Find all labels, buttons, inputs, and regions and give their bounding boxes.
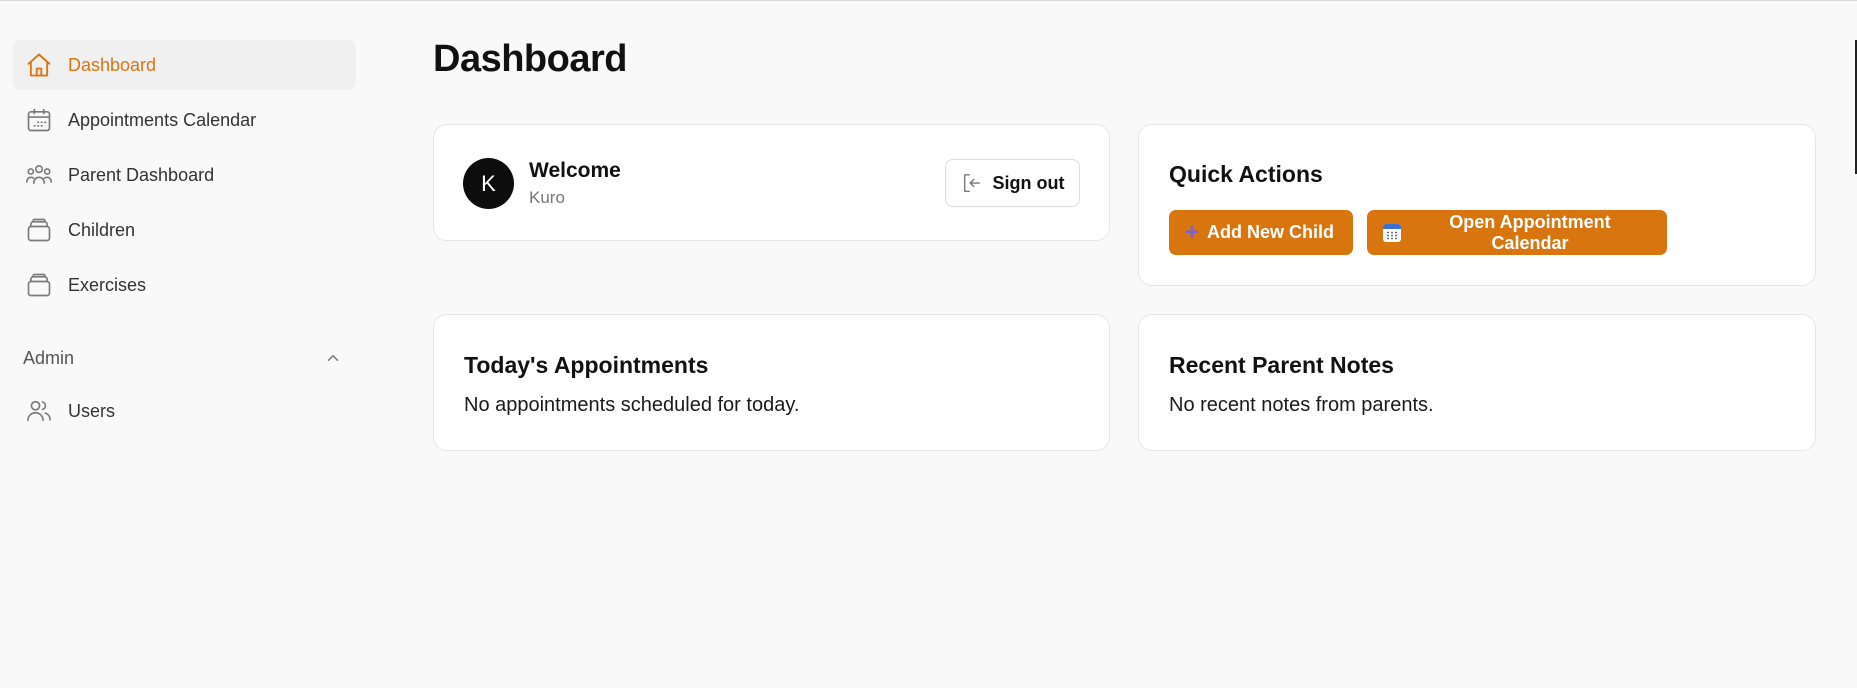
- home-icon: [24, 50, 54, 80]
- todays-appointments-title: Today's Appointments: [464, 352, 709, 378]
- sidebar-item-children[interactable]: Children: [13, 205, 356, 255]
- sidebar-item-users[interactable]: Users: [13, 386, 356, 436]
- add-new-child-button[interactable]: + Add New Child: [1169, 210, 1353, 255]
- welcome-title: Welcome: [529, 159, 621, 182]
- add-new-child-label: Add New Child: [1207, 222, 1335, 242]
- welcome-username: Kuro: [529, 188, 565, 207]
- top-border: [0, 0, 1857, 1]
- sidebar-item-dashboard[interactable]: Dashboard: [13, 40, 356, 90]
- admin-section-toggle[interactable]: Admin: [13, 338, 356, 378]
- chevron-up-icon: [327, 355, 339, 361]
- sidebar-item-label: Users: [68, 400, 116, 421]
- sidebar-item-label: Parent Dashboard: [68, 164, 215, 185]
- sidebar-item-label: Exercises: [68, 274, 147, 295]
- sign-out-button[interactable]: Sign out: [945, 159, 1080, 207]
- box-stack-icon: [24, 270, 54, 300]
- todays-appointments-card: Today's Appointments No appointments sch…: [433, 314, 1110, 451]
- open-appointment-calendar-button[interactable]: Open Appointment Calendar: [1367, 210, 1667, 255]
- page-title: Dashboard: [433, 38, 627, 80]
- sidebar-item-exercises[interactable]: Exercises: [13, 260, 356, 310]
- plus-icon: +: [1185, 218, 1200, 246]
- recent-parent-notes-empty-text: No recent notes from parents.: [1169, 394, 1434, 416]
- sidebar-item-appointments-calendar[interactable]: Appointments Calendar: [13, 95, 356, 145]
- sign-out-label: Sign out: [992, 172, 1065, 193]
- sidebar: Dashboard Appointments Calendar Parent D…: [13, 40, 356, 441]
- quick-actions-card: Quick Actions + Add New Child Open Appoi…: [1138, 124, 1816, 286]
- admin-section-label: Admin: [23, 347, 75, 368]
- calendar-icon: [24, 105, 54, 135]
- open-calendar-label: Open Appointment Calendar: [1449, 211, 1611, 253]
- sidebar-item-label: Dashboard: [68, 54, 157, 75]
- box-stack-icon: [24, 215, 54, 245]
- sidebar-item-label: Children: [68, 219, 136, 240]
- avatar: K: [463, 158, 514, 209]
- sidebar-item-parent-dashboard[interactable]: Parent Dashboard: [13, 150, 356, 200]
- sign-out-icon: [963, 174, 980, 192]
- recent-parent-notes-card: Recent Parent Notes No recent notes from…: [1138, 314, 1816, 451]
- quick-actions-title: Quick Actions: [1169, 161, 1323, 187]
- users-group-icon: [24, 160, 54, 190]
- welcome-card: K Welcome Kuro Sign out: [433, 124, 1110, 241]
- sidebar-item-label: Appointments Calendar: [68, 109, 257, 130]
- users-icon: [24, 396, 54, 426]
- calendar-icon: [1383, 223, 1401, 242]
- todays-appointments-empty-text: No appointments scheduled for today.: [464, 394, 800, 416]
- recent-parent-notes-title: Recent Parent Notes: [1169, 352, 1394, 378]
